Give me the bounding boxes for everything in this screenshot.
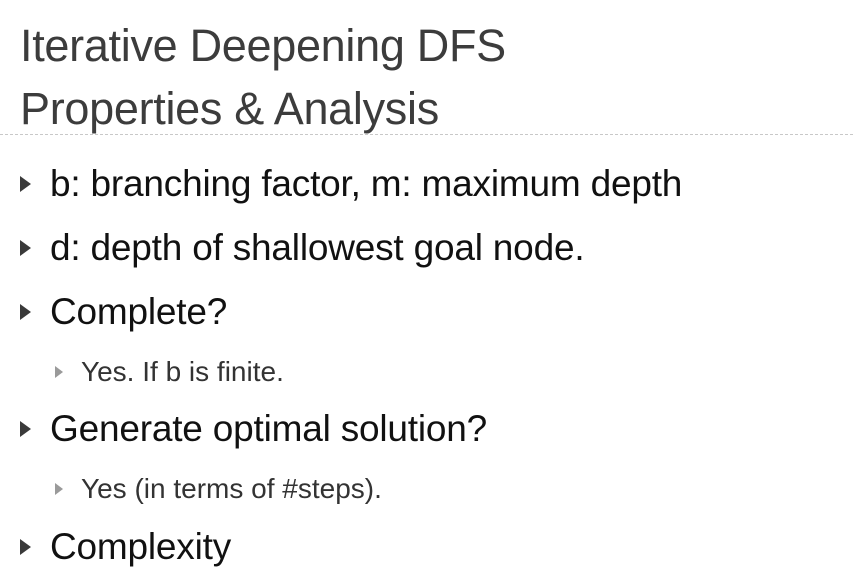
slide-title: Iterative Deepening DFS Properties & Ana…	[20, 14, 506, 140]
bullet-item: d: depth of shallowest goal node.	[0, 226, 585, 270]
bullet-text: Complete?	[50, 291, 228, 332]
bullet-text: b: branching factor, m: maximum depth	[50, 163, 683, 204]
sub-bullet-item: Yes. If b is finite.	[0, 355, 284, 389]
slide: Iterative Deepening DFS Properties & Ana…	[0, 0, 853, 579]
bullet-text: Generate optimal solution?	[50, 408, 488, 449]
sub-bullet-text: Yes (in terms of #steps).	[81, 473, 382, 504]
title-line: Properties & Analysis	[20, 83, 439, 134]
triangle-bullet-icon	[20, 304, 31, 320]
sub-bullet-item: Yes (in terms of #steps).	[0, 472, 382, 506]
triangle-bullet-icon	[55, 483, 63, 495]
bullet-item: Complete?	[0, 290, 227, 334]
triangle-bullet-icon	[20, 240, 31, 256]
triangle-bullet-icon	[20, 176, 31, 192]
triangle-bullet-icon	[20, 421, 31, 437]
bullet-item: Complexity	[0, 525, 231, 569]
bullet-item: b: branching factor, m: maximum depth	[0, 162, 682, 206]
triangle-bullet-icon	[20, 539, 31, 555]
bullet-text: Complexity	[50, 526, 231, 567]
bullet-item: Generate optimal solution?	[0, 407, 487, 451]
triangle-bullet-icon	[55, 366, 63, 378]
title-line: Iterative Deepening DFS	[20, 20, 506, 71]
bullet-text: d: depth of shallowest goal node.	[50, 227, 585, 268]
sub-bullet-text: Yes. If b is finite.	[81, 356, 284, 387]
title-divider	[0, 134, 853, 135]
